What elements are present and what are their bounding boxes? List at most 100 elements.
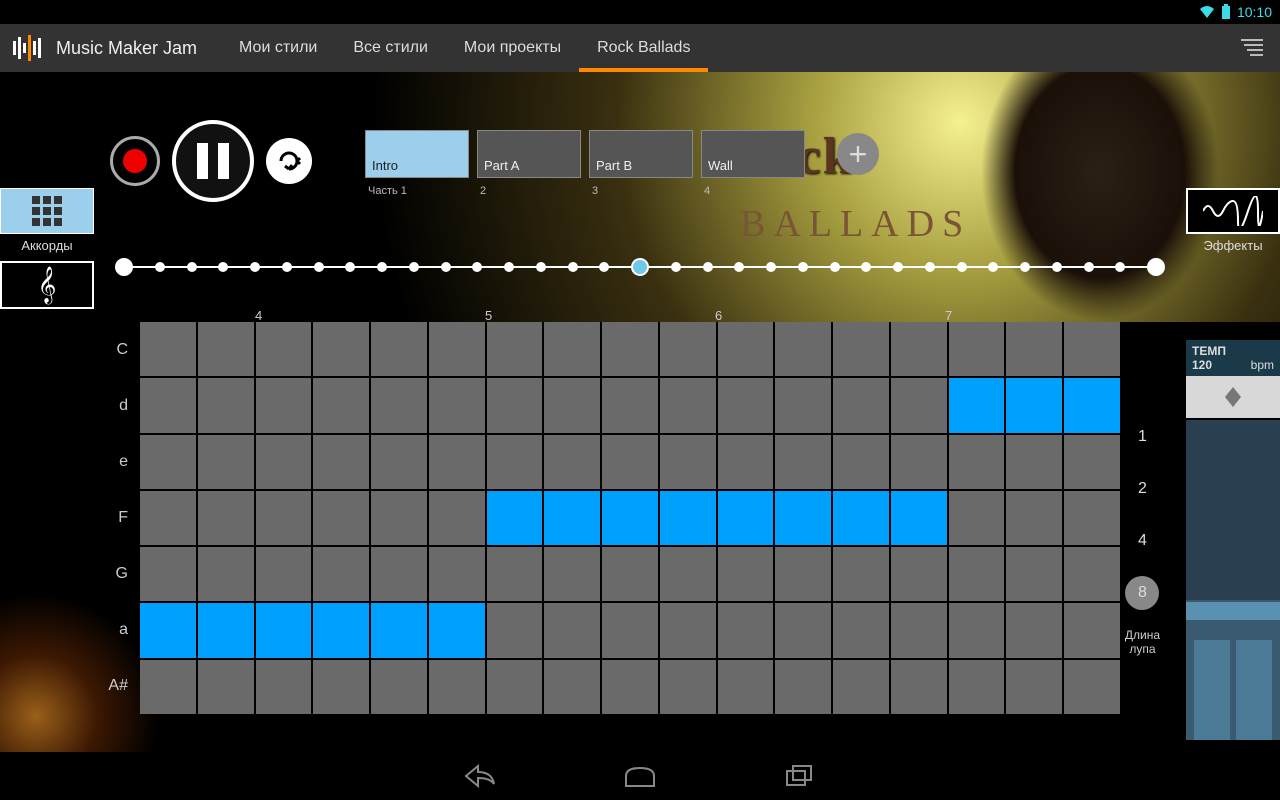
grid-cell[interactable] (660, 491, 716, 545)
grid-cell[interactable] (313, 322, 369, 376)
grid-cell[interactable] (718, 660, 774, 714)
loop-length-2[interactable]: 2 (1125, 472, 1159, 506)
grid-cell[interactable] (313, 660, 369, 714)
timeline-dot[interactable] (115, 258, 133, 276)
grid-cell[interactable] (660, 603, 716, 657)
timeline-dot[interactable] (861, 262, 871, 272)
grid-cell[interactable] (487, 603, 543, 657)
chords-button[interactable] (0, 188, 94, 234)
effects-button[interactable] (1186, 188, 1280, 234)
grid-cell[interactable] (313, 547, 369, 601)
grid-cell[interactable] (718, 547, 774, 601)
grid-cell[interactable] (1064, 491, 1120, 545)
grid-cell[interactable] (949, 547, 1005, 601)
grid-cell[interactable] (1006, 547, 1062, 601)
grid-cell[interactable] (140, 603, 196, 657)
grid-cell[interactable] (256, 547, 312, 601)
timeline-dot[interactable] (1020, 262, 1030, 272)
grid-cell[interactable] (833, 660, 889, 714)
grid-cell[interactable] (371, 322, 427, 376)
menu-icon[interactable] (1232, 28, 1272, 68)
grid-cell[interactable] (602, 660, 658, 714)
loop-button[interactable] (266, 138, 312, 184)
grid-cell[interactable] (140, 491, 196, 545)
grid-cell[interactable] (313, 378, 369, 432)
tab-мои-стили[interactable]: Мои стили (221, 24, 335, 72)
grid-cell[interactable] (718, 603, 774, 657)
timeline-dot[interactable] (671, 262, 681, 272)
grid-cell[interactable] (833, 435, 889, 489)
grid-cell[interactable] (371, 491, 427, 545)
grid-cell[interactable] (949, 603, 1005, 657)
grid-cell[interactable] (718, 322, 774, 376)
timeline-dot[interactable] (155, 262, 165, 272)
grid-cell[interactable] (313, 435, 369, 489)
grid-cell[interactable] (140, 660, 196, 714)
grid-cell[interactable] (602, 603, 658, 657)
grid-cell[interactable] (833, 547, 889, 601)
grid-cell[interactable] (487, 547, 543, 601)
grid-cell[interactable] (429, 603, 485, 657)
timeline-dot[interactable] (187, 262, 197, 272)
grid-cell[interactable] (487, 435, 543, 489)
timeline-dot[interactable] (798, 262, 808, 272)
grid-cell[interactable] (775, 603, 831, 657)
tab-мои-проекты[interactable]: Мои проекты (446, 24, 579, 72)
timeline-dot[interactable] (893, 262, 903, 272)
grid-cell[interactable] (891, 603, 947, 657)
grid-cell[interactable] (1006, 435, 1062, 489)
timeline-dot[interactable] (504, 262, 514, 272)
grid-cell[interactable] (487, 378, 543, 432)
grid-cell[interactable] (1006, 603, 1062, 657)
grid-cell[interactable] (371, 547, 427, 601)
grid-cell[interactable] (775, 660, 831, 714)
grid-cell[interactable] (949, 435, 1005, 489)
grid-cell[interactable] (833, 603, 889, 657)
timeline-dot[interactable] (1147, 258, 1165, 276)
recent-apps-button[interactable] (770, 756, 830, 796)
grid-cell[interactable] (140, 435, 196, 489)
timeline-dot[interactable] (441, 262, 451, 272)
grid-cell[interactable] (1064, 660, 1120, 714)
grid-cell[interactable] (660, 378, 716, 432)
grid-cell[interactable] (833, 378, 889, 432)
grid-cell[interactable] (718, 435, 774, 489)
grid-cell[interactable] (602, 322, 658, 376)
grid-cell[interactable] (718, 491, 774, 545)
volume-track[interactable] (1186, 420, 1280, 740)
song-part-part-a[interactable]: Part A2 (477, 130, 581, 178)
grid-cell[interactable] (544, 378, 600, 432)
add-part-button[interactable]: + (837, 133, 879, 175)
grid-cell[interactable] (198, 660, 254, 714)
grid-cell[interactable] (198, 435, 254, 489)
timeline-dot[interactable] (631, 258, 649, 276)
grid-cell[interactable] (429, 435, 485, 489)
grid-cell[interactable] (313, 491, 369, 545)
grid-cell[interactable] (775, 322, 831, 376)
grid-cell[interactable] (718, 378, 774, 432)
grid-cell[interactable] (487, 322, 543, 376)
timeline-dot[interactable] (599, 262, 609, 272)
grid-cell[interactable] (256, 491, 312, 545)
grid-cell[interactable] (371, 435, 427, 489)
timeline[interactable] (115, 255, 1165, 279)
pause-button[interactable] (172, 120, 254, 202)
grid-cell[interactable] (775, 491, 831, 545)
grid-cell[interactable] (949, 322, 1005, 376)
timeline-dot[interactable] (472, 262, 482, 272)
timeline-dot[interactable] (282, 262, 292, 272)
timeline-dot[interactable] (536, 262, 546, 272)
grid-cell[interactable] (140, 322, 196, 376)
timeline-dot[interactable] (409, 262, 419, 272)
timeline-dot[interactable] (1115, 262, 1125, 272)
grid-cell[interactable] (891, 660, 947, 714)
grid-cell[interactable] (891, 547, 947, 601)
grid-cell[interactable] (775, 547, 831, 601)
grid-cell[interactable] (602, 491, 658, 545)
grid-cell[interactable] (429, 378, 485, 432)
grid-cell[interactable] (1006, 491, 1062, 545)
record-button[interactable] (110, 136, 160, 186)
grid-cell[interactable] (198, 547, 254, 601)
song-part-wall[interactable]: Wall4 (701, 130, 805, 178)
grid-cell[interactable] (544, 491, 600, 545)
